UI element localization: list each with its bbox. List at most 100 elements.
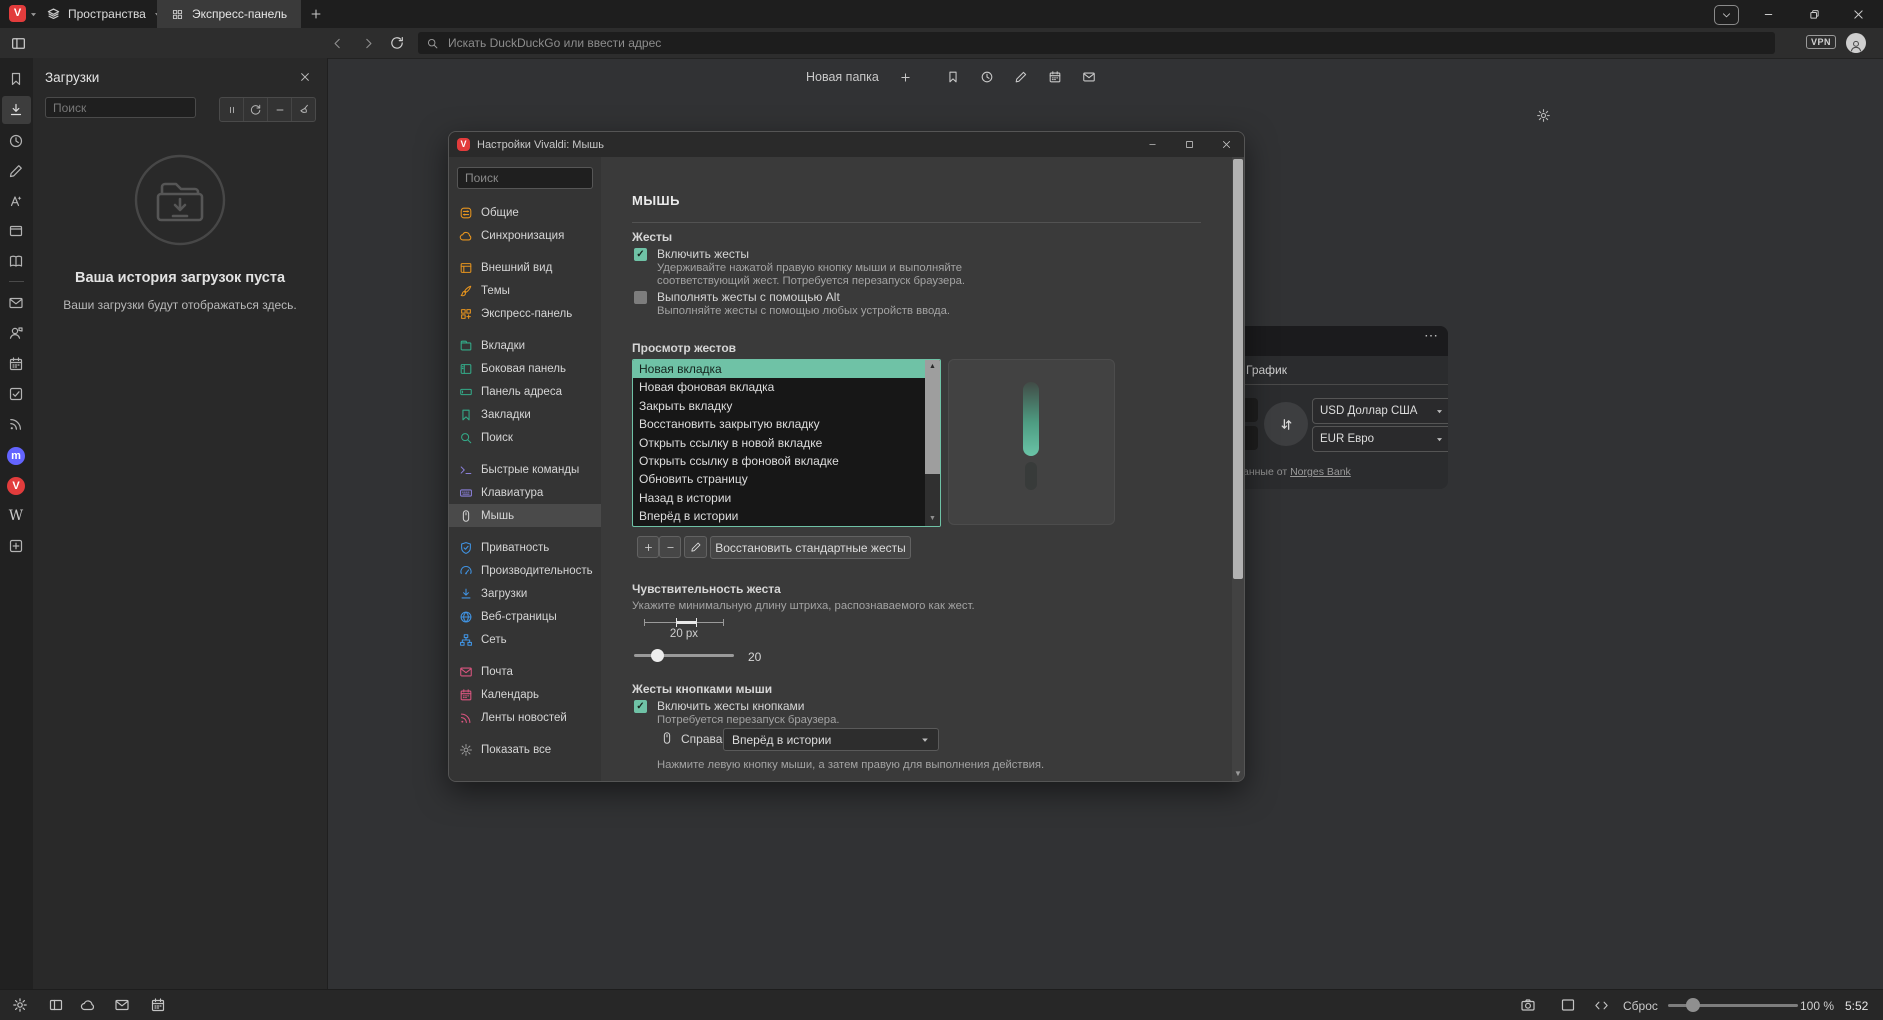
clear-downloads-button[interactable] [291,98,315,121]
settings-nav-bookmarks[interactable]: Закладки [449,403,601,426]
panel-close-icon[interactable] [299,71,311,83]
add-gesture-button[interactable] [637,536,659,558]
history-shortcut-icon[interactable] [980,70,994,84]
settings-maximize-button[interactable] [1184,139,1195,150]
pause-download-button[interactable] [220,98,243,121]
remove-download-button[interactable] [267,98,291,121]
settings-nav-search[interactable]: Поиск [449,426,601,449]
settings-nav-performance[interactable]: Производительность [449,559,601,582]
gesture-row[interactable]: Открыть ссылку в новой вкладке [633,434,925,452]
page-actions-icon[interactable] [1594,998,1609,1013]
notes-panel-icon[interactable] [8,163,24,179]
bookmarks-panel-icon[interactable] [8,71,24,87]
tabbar-menu-button[interactable] [1714,5,1739,25]
settings-nav-sync[interactable]: Синхронизация [449,224,601,247]
norges-bank-link[interactable]: Norges Bank [1290,466,1351,478]
gesture-row[interactable]: Закрыть вкладку [633,397,925,415]
gesture-row[interactable]: Открыть ссылку в фоновой вкладке [633,452,925,470]
right-button-action-dropdown[interactable]: Вперёд в истории [723,728,939,751]
settings-close-button[interactable] [1221,139,1232,150]
vpn-badge[interactable]: VPN [1806,35,1836,49]
workspaces-button[interactable]: Пространства [46,0,162,28]
downloads-search-input[interactable] [45,97,196,118]
settings-nav-webpages[interactable]: Веб-страницы [449,605,601,628]
settings-nav-appearance[interactable]: Внешний вид [449,256,601,279]
zoom-slider[interactable] [1668,998,1798,1012]
gesture-row[interactable]: Вперёд в истории [633,507,925,525]
gesture-row[interactable]: Новая фоновая вкладка [633,378,925,396]
profile-avatar[interactable] [1846,33,1866,53]
window-restore-button[interactable] [1808,8,1821,21]
window-close-button[interactable] [1852,8,1865,21]
gesture-row[interactable]: Обновить страницу [633,470,925,488]
widget-menu-button[interactable]: ⋯ [1424,327,1439,344]
notes-shortcut-icon[interactable] [1014,70,1028,84]
settings-nav-calendar[interactable]: Календарь [449,683,601,706]
translate-panel-icon[interactable] [8,193,24,209]
settings-nav-keyboard[interactable]: Клавиатура [449,481,601,504]
settings-nav-privacy[interactable]: Приватность [449,536,601,559]
mastodon-webpanel-icon[interactable]: m [7,447,25,465]
capture-page-icon[interactable] [1520,997,1536,1013]
mail-panel-icon[interactable] [8,295,24,311]
wikipedia-webpanel-icon[interactable]: W [7,508,25,526]
address-input[interactable] [446,35,950,51]
settings-nav-themes[interactable]: Темы [449,279,601,302]
speed-dial-settings-icon[interactable] [1536,108,1551,123]
tasks-panel-icon[interactable] [8,386,24,402]
zoom-slider-thumb[interactable] [1686,998,1700,1012]
restore-gestures-button[interactable]: Восстановить стандартные жесты [710,536,911,559]
add-speed-dial-icon[interactable] [899,71,912,84]
settings-nav-mouse[interactable]: Мышь [449,504,601,527]
reading-list-panel-icon[interactable] [8,253,24,269]
remove-gesture-button[interactable] [659,536,681,558]
status-panel-toggle-icon[interactable] [48,997,64,1013]
back-button[interactable] [330,36,345,51]
settings-nav-general[interactable]: Общие [449,201,601,224]
calendar-panel-icon[interactable] [8,356,24,372]
settings-nav-feeds[interactable]: Ленты новостей [449,706,601,729]
enable-button-gestures-checkbox[interactable] [634,700,647,713]
status-sync-icon[interactable] [80,997,96,1013]
gesture-row[interactable]: Назад в истории [633,489,925,507]
settings-nav-address-bar[interactable]: Панель адреса [449,380,601,403]
new-folder-button[interactable]: Новая папка [806,70,879,84]
gesture-list-scrollbar[interactable]: ▲ ▼ [925,360,940,526]
settings-nav-speed-dial[interactable]: Экспресс-панель [449,302,601,325]
status-settings-icon[interactable] [12,997,28,1013]
address-bar[interactable] [418,32,1775,54]
settings-nav-show-all[interactable]: Показать все [449,738,601,761]
status-mail-icon[interactable] [114,997,130,1013]
settings-search-input[interactable] [457,167,593,189]
gesture-row-selected[interactable]: Новая вкладка [633,360,925,378]
swap-currencies-button[interactable] [1264,402,1308,446]
status-calendar-icon[interactable] [150,997,166,1013]
edit-gesture-button[interactable] [684,536,707,558]
calendar-shortcut-icon[interactable] [1048,70,1062,84]
currency-from-dropdown[interactable]: USD Доллар США [1312,398,1448,424]
page-tiling-icon[interactable] [1560,997,1576,1013]
currency-to-dropdown[interactable]: EUR Евро [1312,426,1448,452]
feeds-panel-icon[interactable] [8,416,24,432]
settings-nav-quick-commands[interactable]: Быстрые команды [449,458,601,481]
contacts-panel-icon[interactable] [8,325,24,341]
downloads-panel-icon[interactable] [8,102,24,118]
panel-toggle-icon[interactable] [10,35,27,52]
settings-nav-mail[interactable]: Почта [449,660,601,683]
settings-scrollbar[interactable]: ▼ [1232,157,1244,781]
sensitivity-slider[interactable] [634,649,734,663]
add-webpanel-icon[interactable] [8,538,24,554]
gesture-row[interactable]: Восстановить закрытую вкладку [633,415,925,433]
forward-button[interactable] [361,36,376,51]
settings-nav-side-panel[interactable]: Боковая панель [449,357,601,380]
windows-panel-icon[interactable] [8,223,24,239]
vivaldi-webpanel-icon[interactable]: V [7,477,25,495]
alt-gestures-checkbox[interactable] [634,291,647,304]
history-panel-icon[interactable] [8,133,24,149]
settings-nav-tabs[interactable]: Вкладки [449,334,601,357]
widget-tab-graph[interactable]: График [1246,363,1287,377]
tab-speed-dial[interactable]: Экспресс-панель [157,0,301,28]
new-tab-button[interactable] [309,7,323,21]
bookmarks-shortcut-icon[interactable] [946,70,960,84]
settings-nav-downloads[interactable]: Загрузки [449,582,601,605]
